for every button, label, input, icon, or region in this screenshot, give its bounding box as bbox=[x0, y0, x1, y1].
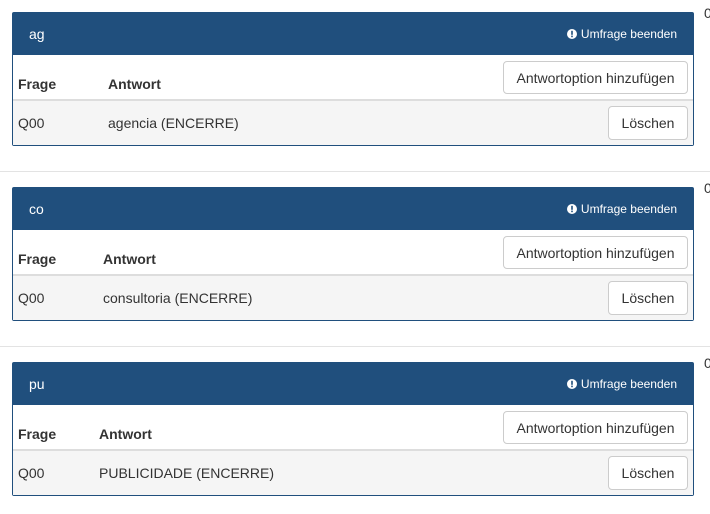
exclamation-circle-icon bbox=[566, 379, 577, 389]
column-header-answer: Antwort bbox=[103, 251, 156, 267]
side-count: 0 bbox=[704, 180, 710, 196]
survey-panel: co Umfrage beenden Frage Antwort Antwort… bbox=[12, 187, 694, 321]
add-answer-option-button[interactable]: Antwortoption hinzufügen bbox=[503, 61, 688, 94]
panel-title: co bbox=[29, 201, 44, 217]
survey-panel: pu Umfrage beenden Frage Antwort Antwort… bbox=[12, 362, 694, 496]
end-survey-label: Umfrage beenden bbox=[580, 202, 677, 216]
panel-header: pu Umfrage beenden bbox=[13, 363, 693, 405]
table-row: Q00 consultoria (ENCERRE) Löschen bbox=[13, 276, 693, 320]
end-survey-link[interactable]: Umfrage beenden bbox=[566, 377, 677, 391]
panel-header: co Umfrage beenden bbox=[13, 188, 693, 230]
delete-button[interactable]: Löschen bbox=[608, 106, 688, 140]
question-cell: Q00 bbox=[18, 465, 45, 481]
answer-cell: PUBLICIDADE (ENCERRE) bbox=[99, 465, 275, 481]
column-header-answer: Antwort bbox=[108, 76, 161, 92]
add-answer-option-button[interactable]: Antwortoption hinzufügen bbox=[503, 411, 688, 444]
end-survey-label: Umfrage beenden bbox=[580, 377, 677, 391]
section-divider bbox=[0, 171, 710, 172]
exclamation-circle-icon bbox=[566, 204, 577, 214]
delete-button[interactable]: Löschen bbox=[608, 281, 688, 315]
panel-title: ag bbox=[29, 26, 45, 42]
side-count: 0 bbox=[704, 355, 710, 371]
add-answer-option-button[interactable]: Antwortoption hinzufügen bbox=[503, 236, 688, 269]
exclamation-circle-icon bbox=[566, 29, 577, 39]
delete-button[interactable]: Löschen bbox=[608, 456, 688, 490]
panel-title: pu bbox=[29, 376, 45, 392]
answer-cell: agencia (ENCERRE) bbox=[108, 115, 239, 131]
table-row: Q00 PUBLICIDADE (ENCERRE) Löschen bbox=[13, 451, 693, 495]
side-count: 0 bbox=[704, 5, 710, 21]
end-survey-link[interactable]: Umfrage beenden bbox=[566, 27, 677, 41]
column-header-question: Frage bbox=[18, 426, 57, 442]
column-header-question: Frage bbox=[18, 76, 57, 92]
table-header: Frage Antwort Antwortoption hinzufügen bbox=[13, 405, 693, 451]
end-survey-label: Umfrage beenden bbox=[580, 27, 677, 41]
column-header-question: Frage bbox=[18, 251, 57, 267]
table-row: Q00 agencia (ENCERRE) Löschen bbox=[13, 101, 693, 145]
column-header-answer: Antwort bbox=[99, 426, 152, 442]
table-header: Frage Antwort Antwortoption hinzufügen bbox=[13, 55, 693, 101]
panel-header: ag Umfrage beenden bbox=[13, 13, 693, 55]
question-cell: Q00 bbox=[18, 290, 45, 306]
end-survey-link[interactable]: Umfrage beenden bbox=[566, 202, 677, 216]
survey-panel: ag Umfrage beenden Frage Antwort Antwort… bbox=[12, 12, 694, 146]
section-divider bbox=[0, 346, 710, 347]
table-header: Frage Antwort Antwortoption hinzufügen bbox=[13, 230, 693, 276]
question-cell: Q00 bbox=[18, 115, 45, 131]
answer-cell: consultoria (ENCERRE) bbox=[103, 290, 253, 306]
